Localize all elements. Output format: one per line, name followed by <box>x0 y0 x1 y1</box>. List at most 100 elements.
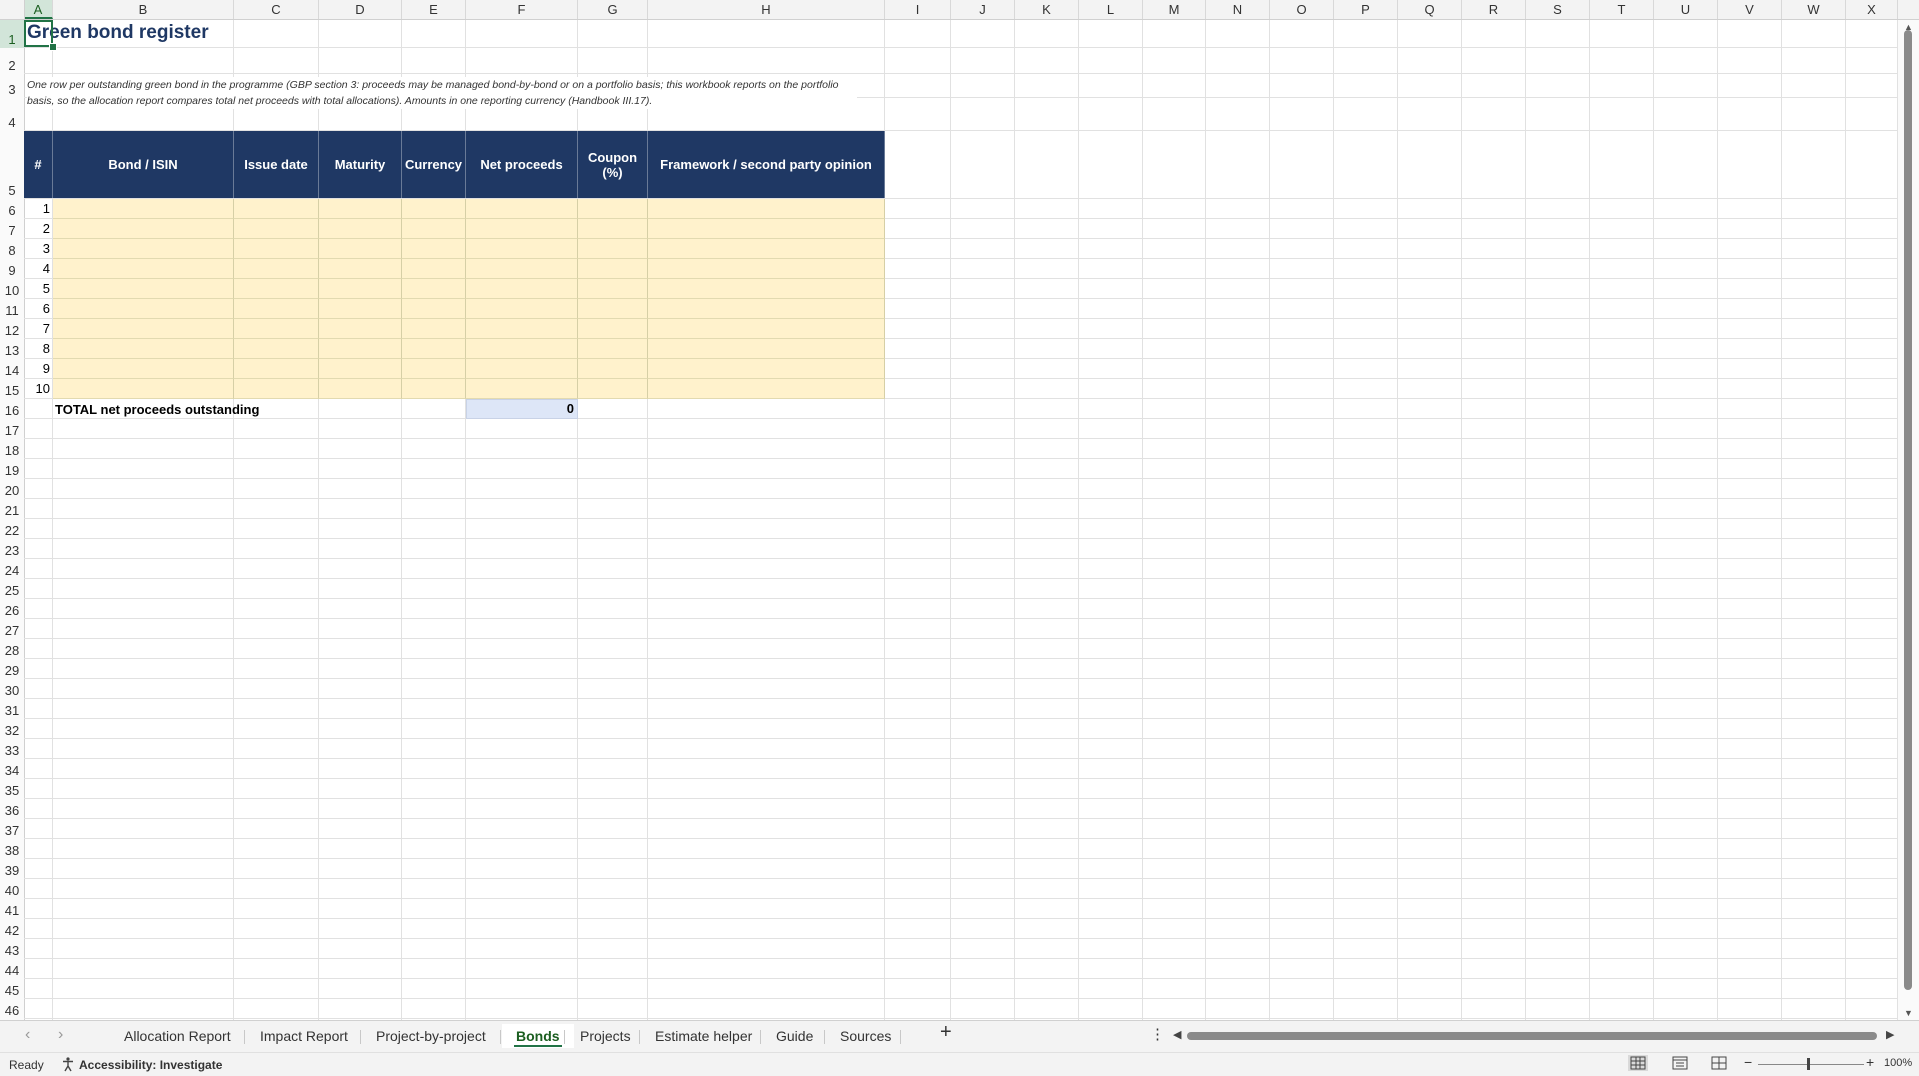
input-cell[interactable] <box>53 339 234 359</box>
row-header-46[interactable]: 46 <box>0 999 24 1019</box>
row-header-4[interactable]: 4 <box>0 98 24 131</box>
input-cell[interactable] <box>53 279 234 299</box>
row-header-3[interactable]: 3 <box>0 74 24 98</box>
sheet-tab-impact-report[interactable]: Impact Report <box>246 1024 362 1048</box>
sheet-tab-projects[interactable]: Projects <box>566 1024 645 1048</box>
sheet-tab-allocation-report[interactable]: Allocation Report <box>110 1024 245 1048</box>
column-header-o[interactable]: O <box>1270 0 1334 19</box>
sheet-tab-estimate-helper[interactable]: Estimate helper <box>641 1024 766 1048</box>
input-cell[interactable] <box>234 379 319 399</box>
input-cell[interactable] <box>648 359 885 379</box>
plus-icon[interactable]: + <box>940 1021 952 1044</box>
sheet-tab-sources[interactable]: Sources <box>826 1024 905 1048</box>
row-header-29[interactable]: 29 <box>0 659 24 679</box>
input-cell[interactable] <box>648 339 885 359</box>
row-header-21[interactable]: 21 <box>0 499 24 519</box>
input-cell[interactable] <box>53 299 234 319</box>
column-header-l[interactable]: L <box>1079 0 1143 19</box>
row-header-16[interactable]: 16 <box>0 399 24 419</box>
row-header-5[interactable]: 5 <box>0 131 24 199</box>
row-header-36[interactable]: 36 <box>0 799 24 819</box>
input-cell[interactable] <box>466 199 578 219</box>
row-header-1[interactable]: 1 <box>0 20 24 48</box>
input-cell[interactable] <box>234 279 319 299</box>
row-header-30[interactable]: 30 <box>0 679 24 699</box>
input-cell[interactable] <box>402 339 466 359</box>
input-cell[interactable] <box>466 279 578 299</box>
page-break-icon[interactable] <box>1709 1055 1729 1071</box>
input-cell[interactable] <box>319 279 402 299</box>
zoom-slider-knob[interactable] <box>1807 1058 1810 1070</box>
input-cell[interactable] <box>402 359 466 379</box>
input-cell[interactable] <box>234 199 319 219</box>
input-cell[interactable] <box>402 219 466 239</box>
input-cell[interactable] <box>466 239 578 259</box>
column-header-r[interactable]: R <box>1462 0 1526 19</box>
sheet-tab-guide[interactable]: Guide <box>762 1024 827 1048</box>
input-cell[interactable] <box>578 359 648 379</box>
row-number-cell[interactable]: 9 <box>24 359 53 379</box>
input-cell[interactable] <box>466 359 578 379</box>
column-header-d[interactable]: D <box>319 0 402 19</box>
column-header-j[interactable]: J <box>951 0 1015 19</box>
input-cell[interactable] <box>319 359 402 379</box>
row-number-cell[interactable]: 8 <box>24 339 53 359</box>
row-header-8[interactable]: 8 <box>0 239 24 259</box>
column-header-b[interactable]: B <box>53 0 234 19</box>
input-cell[interactable] <box>53 359 234 379</box>
scroll-right-icon[interactable]: ▶ <box>1886 1028 1894 1041</box>
row-header-43[interactable]: 43 <box>0 939 24 959</box>
column-header-u[interactable]: U <box>1654 0 1718 19</box>
column-header-m[interactable]: M <box>1143 0 1206 19</box>
row-header-31[interactable]: 31 <box>0 699 24 719</box>
column-header-h[interactable]: H <box>648 0 885 19</box>
row-header-32[interactable]: 32 <box>0 719 24 739</box>
grid-view-icon[interactable] <box>1628 1055 1648 1071</box>
zoom-level[interactable]: 100% <box>1884 1057 1912 1069</box>
row-number-cell[interactable]: 7 <box>24 319 53 339</box>
input-cell[interactable] <box>53 219 234 239</box>
input-cell[interactable] <box>402 199 466 219</box>
horizontal-scroll-thumb[interactable] <box>1187 1032 1877 1040</box>
row-header-13[interactable]: 13 <box>0 339 24 359</box>
row-header-20[interactable]: 20 <box>0 479 24 499</box>
input-cell[interactable] <box>578 339 648 359</box>
input-cell[interactable] <box>648 379 885 399</box>
row-header-24[interactable]: 24 <box>0 559 24 579</box>
column-header-w[interactable]: W <box>1782 0 1846 19</box>
row-number-cell[interactable]: 4 <box>24 259 53 279</box>
accessibility-icon[interactable] <box>60 1056 76 1072</box>
input-cell[interactable] <box>466 339 578 359</box>
row-header-2[interactable]: 2 <box>0 48 24 74</box>
input-cell[interactable] <box>319 199 402 219</box>
input-cell[interactable] <box>53 259 234 279</box>
input-cell[interactable] <box>578 259 648 279</box>
input-cell[interactable] <box>578 239 648 259</box>
input-cell[interactable] <box>402 319 466 339</box>
row-number-cell[interactable]: 3 <box>24 239 53 259</box>
column-header-x[interactable]: X <box>1846 0 1898 19</box>
fill-handle[interactable] <box>49 43 57 51</box>
input-cell[interactable] <box>648 299 885 319</box>
input-cell[interactable] <box>648 259 885 279</box>
input-cell[interactable] <box>466 259 578 279</box>
row-header-27[interactable]: 27 <box>0 619 24 639</box>
scroll-down-icon[interactable]: ▼ <box>1904 1008 1913 1018</box>
input-cell[interactable] <box>402 299 466 319</box>
column-header-q[interactable]: Q <box>1398 0 1462 19</box>
input-cell[interactable] <box>578 219 648 239</box>
column-header-s[interactable]: S <box>1526 0 1590 19</box>
sheet-tab-bonds[interactable]: Bonds <box>502 1024 574 1048</box>
input-cell[interactable] <box>319 339 402 359</box>
select-all-corner[interactable] <box>0 0 25 19</box>
row-header-18[interactable]: 18 <box>0 439 24 459</box>
row-number-cell[interactable]: 10 <box>24 379 53 399</box>
input-cell[interactable] <box>53 239 234 259</box>
input-cell[interactable] <box>402 259 466 279</box>
column-header-v[interactable]: V <box>1718 0 1782 19</box>
total-value-cell[interactable]: 0 <box>466 399 578 419</box>
input-cell[interactable] <box>402 239 466 259</box>
row-header-28[interactable]: 28 <box>0 639 24 659</box>
vertical-scroll-thumb[interactable] <box>1904 30 1912 990</box>
row-header-15[interactable]: 15 <box>0 379 24 399</box>
